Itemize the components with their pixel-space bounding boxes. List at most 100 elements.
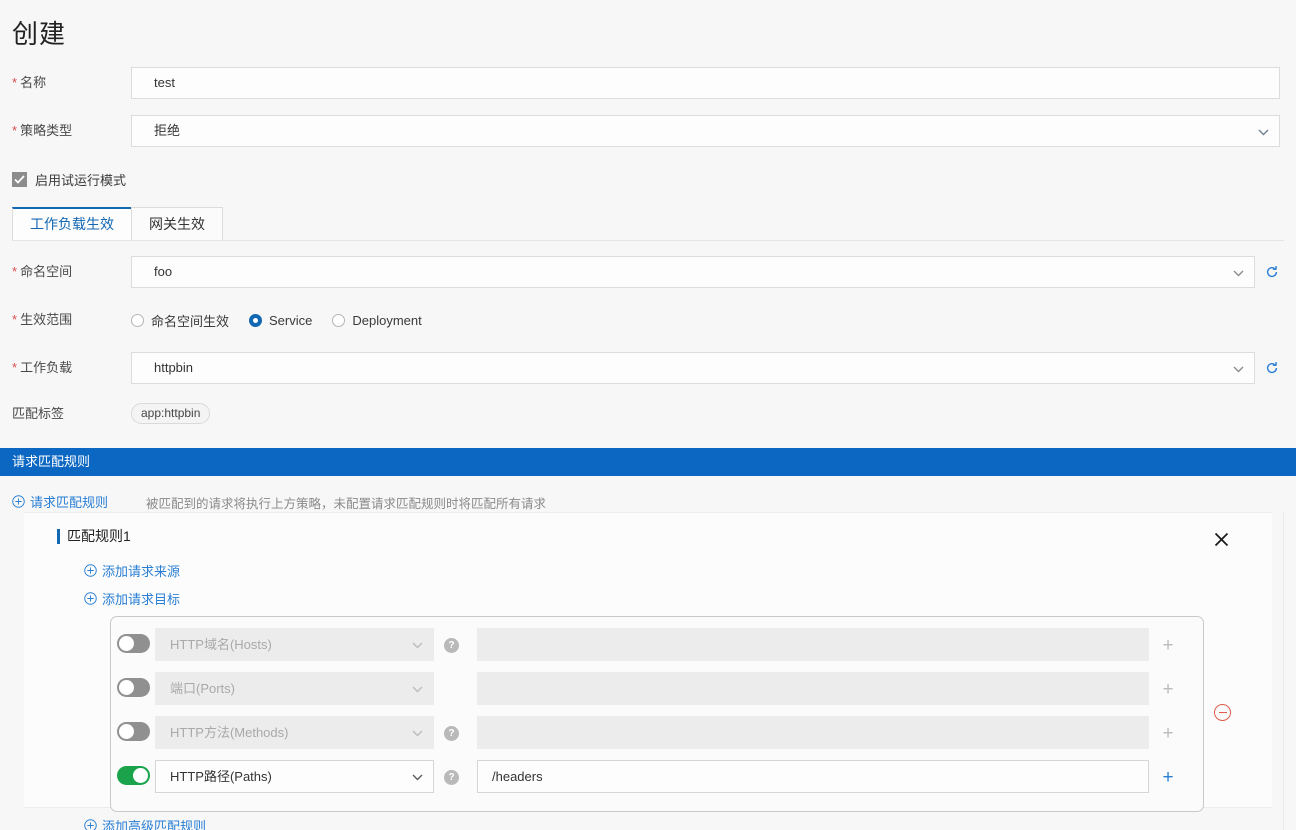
- radio-unselected-icon: [131, 313, 144, 327]
- paths-add-icon[interactable]: +: [1157, 766, 1179, 788]
- match-row-hosts: HTTP域名(Hosts) ? +: [111, 623, 1205, 667]
- hosts-help-icon[interactable]: ?: [444, 638, 459, 653]
- match-label-label: 匹配标签: [12, 406, 65, 421]
- form-row-policy-type: * 策略类型 拒绝: [0, 115, 1296, 147]
- tab-workload[interactable]: 工作负载生效: [12, 207, 132, 241]
- title-accent-bar: [57, 528, 60, 544]
- radio-label: Deployment: [352, 312, 422, 328]
- add-advanced-match-rule-label: 添加高级匹配规则: [102, 819, 207, 830]
- required-asterisk: *: [12, 360, 18, 375]
- methods-toggle[interactable]: [117, 722, 150, 741]
- add-request-source-label: 添加请求来源: [102, 564, 181, 579]
- create-policy-page: 创建 * 名称 test * 策略类型 拒绝 启用试运行模式 工作负载生效 网关生效: [0, 0, 1296, 830]
- paths-type-select[interactable]: HTTP路径(Paths): [155, 760, 434, 793]
- radio-service[interactable]: Service: [249, 313, 312, 328]
- policy-type-value: 拒绝: [154, 123, 181, 138]
- namespace-refresh-icon[interactable]: [1263, 256, 1281, 288]
- match-conditions-box: HTTP域名(Hosts) ? + 端口(Ports) + HTTP方法(Met…: [110, 616, 1204, 812]
- radio-selected-icon: [249, 313, 263, 327]
- namespace-value: foo: [154, 264, 173, 279]
- add-advanced-match-rule-link[interactable]: 添加高级匹配规则: [84, 816, 206, 830]
- workload-label: * 工作负载: [12, 360, 73, 375]
- radio-label: Service: [269, 312, 313, 328]
- scope-label: * 生效范围: [12, 312, 73, 327]
- name-label: * 名称: [12, 75, 47, 90]
- match-rule-title: 匹配规则1: [57, 526, 131, 546]
- match-label-tag: app:httpbin: [131, 403, 211, 424]
- ports-add-icon[interactable]: +: [1157, 678, 1179, 700]
- ports-type-select[interactable]: 端口(Ports): [155, 672, 434, 705]
- required-asterisk: *: [12, 123, 18, 138]
- ports-type-value: 端口(Ports): [170, 681, 236, 696]
- policy-type-label: * 策略类型: [12, 123, 73, 138]
- required-asterisk: *: [12, 312, 18, 327]
- radio-label: 命名空间生效: [151, 313, 230, 329]
- request-match-rule-hint: 被匹配到的请求将执行上方策略，未配置请求匹配规则时将匹配所有请求: [146, 497, 547, 511]
- chevron-down-icon: [410, 717, 424, 749]
- add-request-match-rule-link[interactable]: 请求匹配规则: [12, 492, 108, 511]
- tabs-underline: [12, 240, 1284, 241]
- ports-toggle[interactable]: [117, 678, 150, 697]
- form-row-workload: * 工作负载 httpbin: [0, 352, 1296, 384]
- paths-value-input[interactable]: /headers: [477, 760, 1149, 793]
- paths-toggle[interactable]: [117, 766, 150, 785]
- scope-radio-group: 命名空间生效 Service Deployment: [131, 304, 422, 336]
- policy-type-select[interactable]: 拒绝: [131, 115, 1280, 147]
- hosts-type-select[interactable]: HTTP域名(Hosts): [155, 628, 434, 661]
- match-row-paths: HTTP路径(Paths) ? /headers +: [111, 755, 1205, 799]
- hosts-type-value: HTTP域名(Hosts): [170, 637, 272, 652]
- form-row-name: * 名称 test: [0, 67, 1296, 99]
- dry-run-checkbox[interactable]: 启用试运行模式: [12, 170, 126, 188]
- plus-circle-icon: [12, 495, 25, 508]
- methods-help-icon[interactable]: ?: [444, 726, 459, 741]
- radio-namespace-scope[interactable]: 命名空间生效: [131, 311, 229, 330]
- dry-run-label: 启用试运行模式: [35, 172, 127, 188]
- minus-dash: [1218, 712, 1227, 713]
- chevron-down-icon: [410, 761, 424, 793]
- namespace-select[interactable]: foo: [131, 256, 1255, 288]
- remove-condition-group-icon[interactable]: [1214, 704, 1231, 721]
- form-row-scope: * 生效范围 命名空间生效 Service Deployment: [0, 304, 1296, 336]
- add-request-source-link[interactable]: 添加请求来源: [84, 561, 180, 580]
- hosts-value-input[interactable]: [477, 628, 1149, 661]
- match-row-ports: 端口(Ports) +: [111, 667, 1205, 711]
- plus-circle-icon: [84, 819, 97, 830]
- paths-type-value: HTTP路径(Paths): [170, 769, 272, 784]
- form-row-namespace: * 命名空间 foo: [0, 256, 1296, 288]
- scope-tabs: 工作负载生效 网关生效: [12, 207, 223, 241]
- plus-circle-icon: [84, 564, 97, 577]
- add-request-target-link[interactable]: 添加请求目标: [84, 589, 180, 608]
- match-rule-title-text: 匹配规则1: [67, 528, 131, 544]
- page-title: 创建: [12, 19, 67, 49]
- workload-value: httpbin: [154, 360, 194, 375]
- hosts-add-icon[interactable]: +: [1157, 634, 1179, 656]
- hosts-toggle[interactable]: [117, 634, 150, 653]
- plus-circle-icon: [84, 592, 97, 605]
- methods-type-value: HTTP方法(Methods): [170, 725, 289, 740]
- chevron-down-icon: [1231, 257, 1245, 287]
- methods-add-icon[interactable]: +: [1157, 722, 1179, 744]
- chevron-down-icon: [410, 673, 424, 705]
- workload-refresh-icon[interactable]: [1263, 352, 1281, 384]
- panel-divider: [1283, 512, 1284, 830]
- match-row-methods: HTTP方法(Methods) ? +: [111, 711, 1205, 755]
- add-request-match-rule-label: 请求匹配规则: [30, 495, 109, 510]
- paths-help-icon[interactable]: ?: [444, 770, 459, 785]
- remove-match-rule-button[interactable]: [1210, 528, 1232, 550]
- chevron-down-icon: [1231, 353, 1245, 383]
- radio-unselected-icon: [332, 313, 346, 327]
- chevron-down-icon: [1256, 116, 1270, 146]
- request-match-section-header: 请求匹配规则: [0, 448, 1296, 476]
- radio-deployment[interactable]: Deployment: [332, 312, 422, 328]
- name-input[interactable]: test: [131, 67, 1280, 99]
- add-request-target-label: 添加请求目标: [102, 592, 181, 607]
- namespace-label: * 命名空间: [12, 264, 73, 279]
- checkbox-checked-icon: [12, 171, 27, 187]
- methods-type-select[interactable]: HTTP方法(Methods): [155, 716, 434, 749]
- workload-select[interactable]: httpbin: [131, 352, 1255, 384]
- required-asterisk: *: [12, 75, 18, 90]
- methods-value-input[interactable]: [477, 716, 1149, 749]
- ports-value-input[interactable]: [477, 672, 1149, 705]
- required-asterisk: *: [12, 264, 18, 279]
- tab-gateway[interactable]: 网关生效: [131, 207, 223, 241]
